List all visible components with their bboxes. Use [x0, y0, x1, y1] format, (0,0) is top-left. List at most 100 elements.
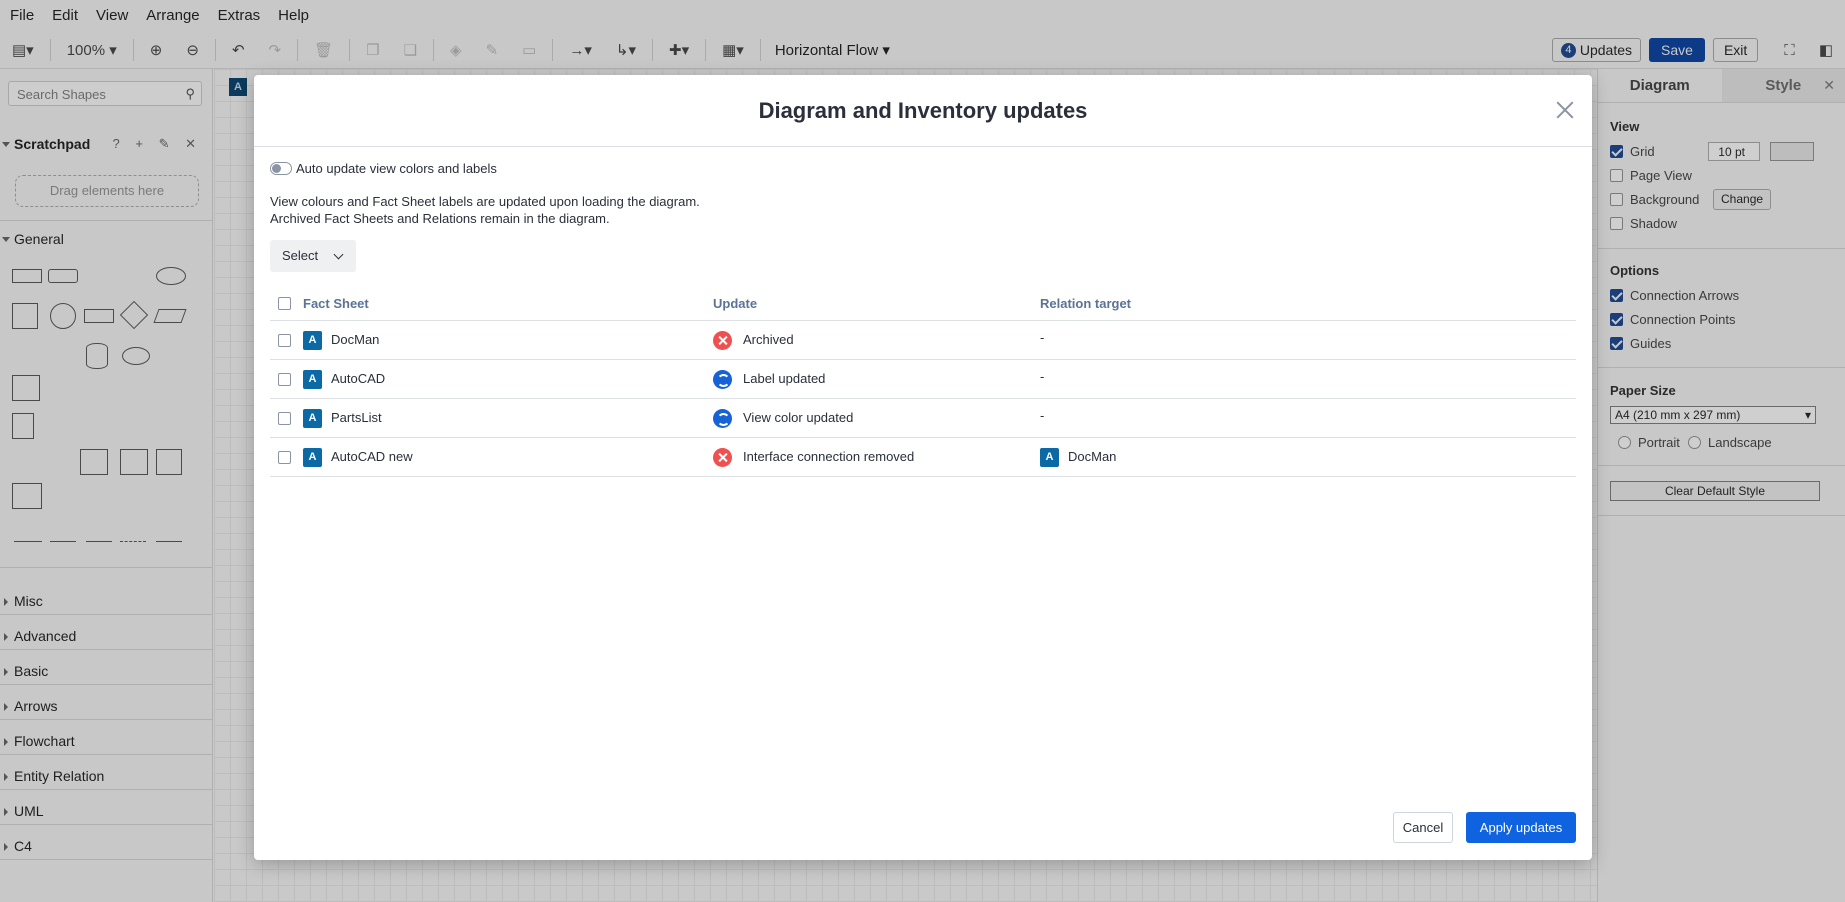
delete-icon[interactable]: 🗑: [314, 41, 333, 59]
cancel-button[interactable]: Cancel: [1393, 812, 1453, 843]
section-advanced[interactable]: Advanced: [0, 628, 212, 644]
grid-color-swatch[interactable]: [1770, 142, 1814, 161]
col-relation-target[interactable]: Relation target: [1040, 296, 1131, 311]
select-dropdown[interactable]: Select: [270, 240, 356, 272]
menu-edit[interactable]: Edit: [52, 7, 78, 24]
format-panel-icon[interactable]: ▤▾: [12, 41, 34, 59]
zoom-out-icon[interactable]: ⊖: [186, 41, 199, 59]
shape-internal-storage[interactable]: [12, 375, 40, 401]
to-front-icon[interactable]: ❐: [366, 41, 379, 59]
shape-list[interactable]: [156, 449, 182, 475]
fill-color-icon[interactable]: ◈: [450, 41, 462, 59]
shape-note[interactable]: [12, 413, 34, 439]
shape-cylinder[interactable]: [86, 343, 108, 369]
shape-cloud[interactable]: [122, 347, 150, 365]
undo-icon[interactable]: ↶: [232, 41, 245, 59]
shape-link[interactable]: [156, 541, 182, 542]
shadow-checkbox[interactable]: Shadow: [1610, 216, 1677, 231]
save-button[interactable]: Save: [1649, 38, 1705, 62]
menu-arrange[interactable]: Arrange: [146, 7, 199, 24]
row-checkbox[interactable]: [278, 373, 291, 386]
line-color-icon[interactable]: ✎: [486, 41, 499, 59]
zoom-dropdown[interactable]: 100% ▾: [67, 41, 117, 59]
scratchpad-drop-zone[interactable]: Drag elements here: [15, 175, 199, 207]
section-flowchart[interactable]: Flowchart: [0, 733, 212, 749]
clear-default-style-button[interactable]: Clear Default Style: [1610, 481, 1820, 501]
exit-button[interactable]: Exit: [1712, 38, 1759, 62]
shape-ellipse[interactable]: [156, 267, 186, 285]
row-checkbox[interactable]: [278, 451, 291, 464]
connection-points-checkbox[interactable]: Connection Points: [1610, 312, 1736, 327]
menu-help[interactable]: Help: [278, 7, 309, 24]
section-c4[interactable]: C4: [0, 838, 212, 854]
close-panel-icon[interactable]: ✕: [1823, 77, 1835, 94]
menu-extras[interactable]: Extras: [218, 7, 261, 24]
shape-parallelogram[interactable]: [153, 309, 187, 323]
zoom-in-icon[interactable]: ⊕: [150, 41, 163, 59]
section-basic[interactable]: Basic: [0, 663, 212, 679]
search-input[interactable]: Search Shapes ⚲: [8, 81, 202, 106]
menu-view[interactable]: View: [96, 7, 128, 24]
select-label: Select: [282, 248, 319, 263]
row-checkbox[interactable]: [278, 334, 291, 347]
close-icon[interactable]: [1552, 97, 1578, 123]
page-view-checkbox[interactable]: Page View: [1610, 168, 1692, 183]
shape-container[interactable]: [80, 449, 108, 475]
background-checkbox[interactable]: Background: [1610, 192, 1699, 207]
fact-sheet-name[interactable]: AutoCAD new: [331, 449, 413, 464]
fullscreen-icon[interactable]: ⛶: [1784, 42, 1795, 59]
grid-checkbox[interactable]: Grid: [1610, 144, 1655, 159]
grid-size-input[interactable]: 10 pt: [1708, 142, 1760, 161]
fact-sheet-name[interactable]: AutoCAD: [331, 371, 385, 386]
shape-arrow-line[interactable]: [50, 541, 76, 542]
insert-icon[interactable]: ✚▾: [669, 41, 689, 59]
section-misc[interactable]: Misc: [0, 593, 212, 609]
shape-diamond[interactable]: [119, 300, 149, 330]
landscape-radio[interactable]: Landscape: [1688, 435, 1772, 450]
col-update[interactable]: Update: [713, 296, 757, 311]
search-icon[interactable]: ⚲: [185, 86, 195, 102]
shape-rectangle[interactable]: [12, 269, 42, 283]
relation-target[interactable]: DocMan: [1068, 449, 1116, 464]
updates-count-badge: 4: [1560, 42, 1576, 58]
connection-icon[interactable]: →▾: [569, 41, 592, 59]
updates-button[interactable]: 4 Updates: [1551, 38, 1642, 62]
table-icon[interactable]: ▦▾: [722, 41, 744, 59]
col-fact-sheet[interactable]: Fact Sheet: [303, 296, 369, 311]
shape-arrow-line-2[interactable]: [86, 541, 112, 542]
shape-table[interactable]: [12, 483, 42, 509]
shape-circle[interactable]: [50, 303, 76, 329]
tab-diagram[interactable]: Diagram: [1598, 69, 1722, 102]
apply-updates-button[interactable]: Apply updates: [1466, 812, 1576, 843]
fact-sheet-name[interactable]: DocMan: [331, 332, 379, 347]
canvas-fact-sheet-icon[interactable]: A: [229, 78, 247, 96]
toggle-panel-icon[interactable]: ◧: [1819, 41, 1833, 59]
menu-file[interactable]: File: [10, 7, 34, 24]
shape-line[interactable]: [14, 541, 42, 542]
portrait-radio[interactable]: Portrait: [1618, 435, 1680, 450]
shape-square[interactable]: [12, 303, 38, 329]
scratchpad-actions[interactable]: ? + ✎ ✕: [113, 136, 202, 152]
toolbar-divider: [652, 38, 653, 61]
auto-update-toggle[interactable]: [270, 162, 292, 175]
shape-dashed-line[interactable]: [120, 541, 146, 542]
fact-sheet-name[interactable]: PartsList: [331, 410, 382, 425]
waypoints-icon[interactable]: ↳▾: [616, 41, 636, 59]
section-entity-relation[interactable]: Entity Relation: [0, 768, 212, 784]
row-checkbox[interactable]: [278, 412, 291, 425]
guides-checkbox[interactable]: Guides: [1610, 336, 1671, 351]
section-uml[interactable]: UML: [0, 803, 212, 819]
redo-icon[interactable]: ↷: [269, 41, 282, 59]
shape-swimlane[interactable]: [120, 449, 148, 475]
shape-rounded-rectangle[interactable]: [48, 269, 78, 283]
flow-dropdown[interactable]: Horizontal Flow ▾: [775, 41, 890, 59]
general-header[interactable]: General: [0, 231, 212, 247]
select-all-checkbox[interactable]: [278, 297, 291, 310]
paper-size-select[interactable]: A4 (210 mm x 297 mm) ▾: [1610, 406, 1816, 424]
shadow-icon[interactable]: ▭: [522, 41, 536, 59]
to-back-icon[interactable]: ❏: [404, 41, 417, 59]
shape-process[interactable]: [84, 309, 114, 323]
change-background-button[interactable]: Change: [1713, 189, 1772, 210]
section-arrows[interactable]: Arrows: [0, 698, 212, 714]
connection-arrows-checkbox[interactable]: Connection Arrows: [1610, 288, 1739, 303]
